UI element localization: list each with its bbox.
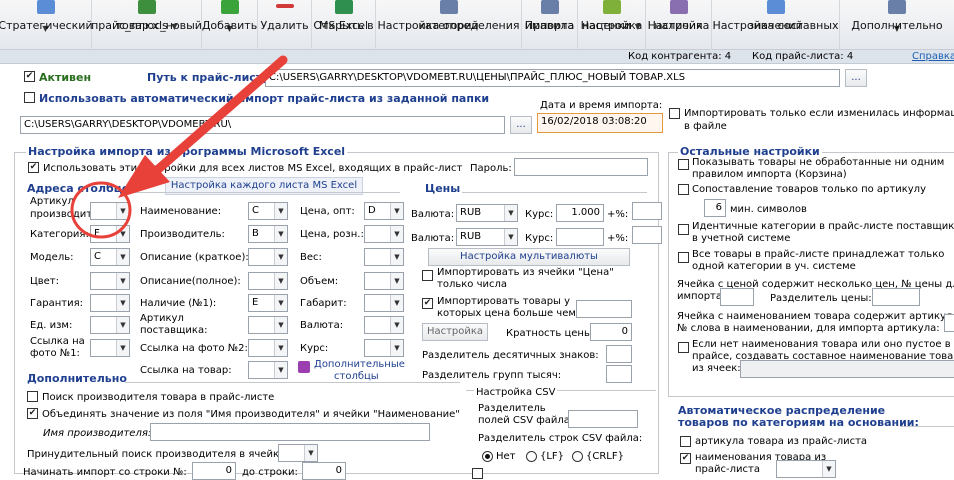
annotation-arrow-shaft <box>150 55 288 177</box>
annotation-arrow <box>70 55 288 239</box>
annotation-circle <box>70 181 132 239</box>
